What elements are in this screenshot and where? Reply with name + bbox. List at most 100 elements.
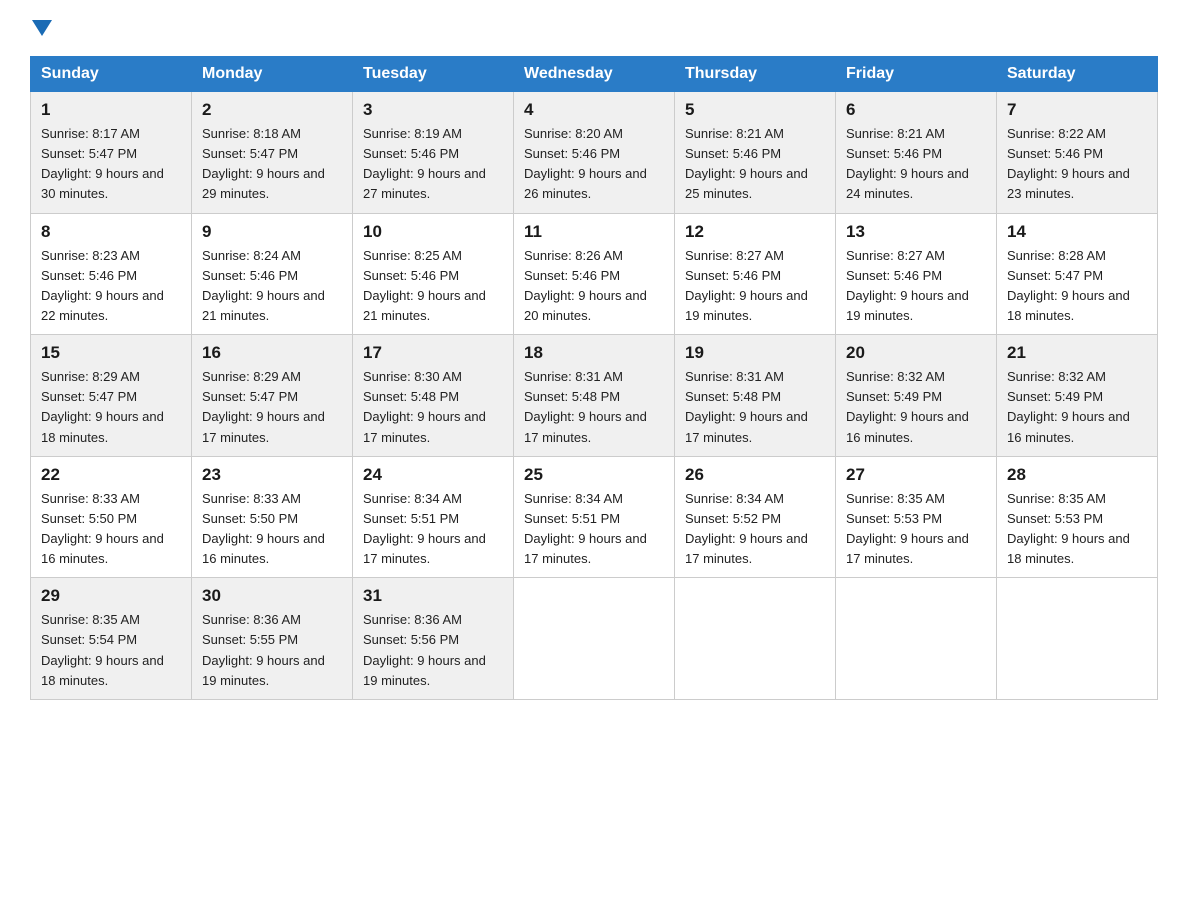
- day-number: 8: [41, 222, 181, 242]
- day-number: 31: [363, 586, 503, 606]
- calendar-day-cell: 8 Sunrise: 8:23 AMSunset: 5:46 PMDaylight…: [31, 213, 192, 335]
- calendar-day-cell: 18 Sunrise: 8:31 AMSunset: 5:48 PMDayligh…: [514, 335, 675, 457]
- day-info: Sunrise: 8:33 AMSunset: 5:50 PMDaylight:…: [41, 489, 181, 570]
- calendar-day-cell: 15Sunrise: 8:29 AMSunset: 5:47 PMDayligh…: [31, 335, 192, 457]
- calendar-day-cell: 11 Sunrise: 8:26 AMSunset: 5:46 PMDayligh…: [514, 213, 675, 335]
- calendar-day-cell: 19 Sunrise: 8:31 AMSunset: 5:48 PMDayligh…: [675, 335, 836, 457]
- day-number: 30: [202, 586, 342, 606]
- col-monday: Monday: [192, 57, 353, 92]
- calendar-day-cell: 21Sunrise: 8:32 AMSunset: 5:49 PMDayligh…: [997, 335, 1158, 457]
- header-row: Sunday Monday Tuesday Wednesday Thursday…: [31, 57, 1158, 92]
- calendar-day-cell: 20 Sunrise: 8:32 AMSunset: 5:49 PMDayligh…: [836, 335, 997, 457]
- day-number: 25: [524, 465, 664, 485]
- day-info: Sunrise: 8:20 AMSunset: 5:46 PMDaylight:…: [524, 124, 664, 205]
- day-info: Sunrise: 8:27 AMSunset: 5:46 PMDaylight:…: [846, 246, 986, 327]
- calendar-day-cell: 4 Sunrise: 8:20 AMSunset: 5:46 PMDaylight…: [514, 92, 675, 214]
- day-info: Sunrise: 8:26 AMSunset: 5:46 PMDaylight:…: [524, 246, 664, 327]
- calendar-day-cell: 7 Sunrise: 8:22 AMSunset: 5:46 PMDaylight…: [997, 92, 1158, 214]
- day-number: 14: [1007, 222, 1147, 242]
- calendar-week-row: 22 Sunrise: 8:33 AMSunset: 5:50 PMDayligh…: [31, 456, 1158, 578]
- day-number: 17: [363, 343, 503, 363]
- day-number: 11: [524, 222, 664, 242]
- day-number: 4: [524, 100, 664, 120]
- calendar-day-cell: 29 Sunrise: 8:35 AMSunset: 5:54 PMDayligh…: [31, 578, 192, 700]
- day-info: Sunrise: 8:31 AMSunset: 5:48 PMDaylight:…: [685, 367, 825, 448]
- day-number: 27: [846, 465, 986, 485]
- day-number: 2: [202, 100, 342, 120]
- day-info: Sunrise: 8:32 AMSunset: 5:49 PMDaylight:…: [846, 367, 986, 448]
- day-info: Sunrise: 8:36 AMSunset: 5:56 PMDaylight:…: [363, 610, 503, 691]
- day-info: Sunrise: 8:35 AMSunset: 5:53 PMDaylight:…: [846, 489, 986, 570]
- calendar-week-row: 1 Sunrise: 8:17 AMSunset: 5:47 PMDaylight…: [31, 92, 1158, 214]
- day-number: 19: [685, 343, 825, 363]
- day-info: Sunrise: 8:21 AMSunset: 5:46 PMDaylight:…: [846, 124, 986, 205]
- day-info: Sunrise: 8:19 AMSunset: 5:46 PMDaylight:…: [363, 124, 503, 205]
- calendar-day-cell: 6 Sunrise: 8:21 AMSunset: 5:46 PMDaylight…: [836, 92, 997, 214]
- logo-line-general: [30, 20, 52, 36]
- day-number: 5: [685, 100, 825, 120]
- col-sunday: Sunday: [31, 57, 192, 92]
- calendar-day-cell: [997, 578, 1158, 700]
- day-info: Sunrise: 8:31 AMSunset: 5:48 PMDaylight:…: [524, 367, 664, 448]
- day-info: Sunrise: 8:22 AMSunset: 5:46 PMDaylight:…: [1007, 124, 1147, 205]
- day-number: 3: [363, 100, 503, 120]
- day-info: Sunrise: 8:18 AMSunset: 5:47 PMDaylight:…: [202, 124, 342, 205]
- day-number: 13: [846, 222, 986, 242]
- calendar-day-cell: 27 Sunrise: 8:35 AMSunset: 5:53 PMDayligh…: [836, 456, 997, 578]
- calendar-day-cell: 2 Sunrise: 8:18 AMSunset: 5:47 PMDaylight…: [192, 92, 353, 214]
- calendar-day-cell: [675, 578, 836, 700]
- calendar-day-cell: 5Sunrise: 8:21 AMSunset: 5:46 PMDaylight…: [675, 92, 836, 214]
- calendar-day-cell: 28Sunrise: 8:35 AMSunset: 5:53 PMDayligh…: [997, 456, 1158, 578]
- calendar-table: Sunday Monday Tuesday Wednesday Thursday…: [30, 56, 1158, 700]
- day-number: 6: [846, 100, 986, 120]
- day-info: Sunrise: 8:34 AMSunset: 5:51 PMDaylight:…: [363, 489, 503, 570]
- calendar-day-cell: 14Sunrise: 8:28 AMSunset: 5:47 PMDayligh…: [997, 213, 1158, 335]
- day-number: 20: [846, 343, 986, 363]
- day-info: Sunrise: 8:24 AMSunset: 5:46 PMDaylight:…: [202, 246, 342, 327]
- day-number: 12: [685, 222, 825, 242]
- page-header: [30, 20, 1158, 36]
- day-info: Sunrise: 8:33 AMSunset: 5:50 PMDaylight:…: [202, 489, 342, 570]
- day-number: 23: [202, 465, 342, 485]
- day-info: Sunrise: 8:32 AMSunset: 5:49 PMDaylight:…: [1007, 367, 1147, 448]
- day-info: Sunrise: 8:27 AMSunset: 5:46 PMDaylight:…: [685, 246, 825, 327]
- calendar-day-cell: 22 Sunrise: 8:33 AMSunset: 5:50 PMDayligh…: [31, 456, 192, 578]
- calendar-day-cell: 25Sunrise: 8:34 AMSunset: 5:51 PMDayligh…: [514, 456, 675, 578]
- calendar-day-cell: 26 Sunrise: 8:34 AMSunset: 5:52 PMDayligh…: [675, 456, 836, 578]
- calendar-day-cell: [836, 578, 997, 700]
- day-info: Sunrise: 8:25 AMSunset: 5:46 PMDaylight:…: [363, 246, 503, 327]
- col-thursday: Thursday: [675, 57, 836, 92]
- calendar-day-cell: 23 Sunrise: 8:33 AMSunset: 5:50 PMDayligh…: [192, 456, 353, 578]
- col-wednesday: Wednesday: [514, 57, 675, 92]
- calendar-day-cell: 24 Sunrise: 8:34 AMSunset: 5:51 PMDayligh…: [353, 456, 514, 578]
- day-info: Sunrise: 8:34 AMSunset: 5:52 PMDaylight:…: [685, 489, 825, 570]
- day-number: 16: [202, 343, 342, 363]
- day-info: Sunrise: 8:23 AMSunset: 5:46 PMDaylight:…: [41, 246, 181, 327]
- day-number: 1: [41, 100, 181, 120]
- day-number: 7: [1007, 100, 1147, 120]
- day-info: Sunrise: 8:35 AMSunset: 5:54 PMDaylight:…: [41, 610, 181, 691]
- day-number: 26: [685, 465, 825, 485]
- logo-triangle-icon: [32, 20, 52, 36]
- logo: [30, 20, 52, 36]
- day-number: 29: [41, 586, 181, 606]
- calendar-week-row: 8 Sunrise: 8:23 AMSunset: 5:46 PMDaylight…: [31, 213, 1158, 335]
- day-number: 18: [524, 343, 664, 363]
- day-number: 22: [41, 465, 181, 485]
- day-number: 28: [1007, 465, 1147, 485]
- calendar-day-cell: 3 Sunrise: 8:19 AMSunset: 5:46 PMDaylight…: [353, 92, 514, 214]
- calendar-day-cell: 31 Sunrise: 8:36 AMSunset: 5:56 PMDayligh…: [353, 578, 514, 700]
- day-info: Sunrise: 8:30 AMSunset: 5:48 PMDaylight:…: [363, 367, 503, 448]
- day-number: 9: [202, 222, 342, 242]
- calendar-week-row: 29 Sunrise: 8:35 AMSunset: 5:54 PMDayligh…: [31, 578, 1158, 700]
- calendar-day-cell: [514, 578, 675, 700]
- calendar-day-cell: 10Sunrise: 8:25 AMSunset: 5:46 PMDayligh…: [353, 213, 514, 335]
- col-friday: Friday: [836, 57, 997, 92]
- calendar-week-row: 15Sunrise: 8:29 AMSunset: 5:47 PMDayligh…: [31, 335, 1158, 457]
- day-info: Sunrise: 8:36 AMSunset: 5:55 PMDaylight:…: [202, 610, 342, 691]
- calendar-day-cell: 30 Sunrise: 8:36 AMSunset: 5:55 PMDayligh…: [192, 578, 353, 700]
- day-info: Sunrise: 8:17 AMSunset: 5:47 PMDaylight:…: [41, 124, 181, 205]
- calendar-day-cell: 17 Sunrise: 8:30 AMSunset: 5:48 PMDayligh…: [353, 335, 514, 457]
- day-number: 24: [363, 465, 503, 485]
- calendar-day-cell: 1 Sunrise: 8:17 AMSunset: 5:47 PMDaylight…: [31, 92, 192, 214]
